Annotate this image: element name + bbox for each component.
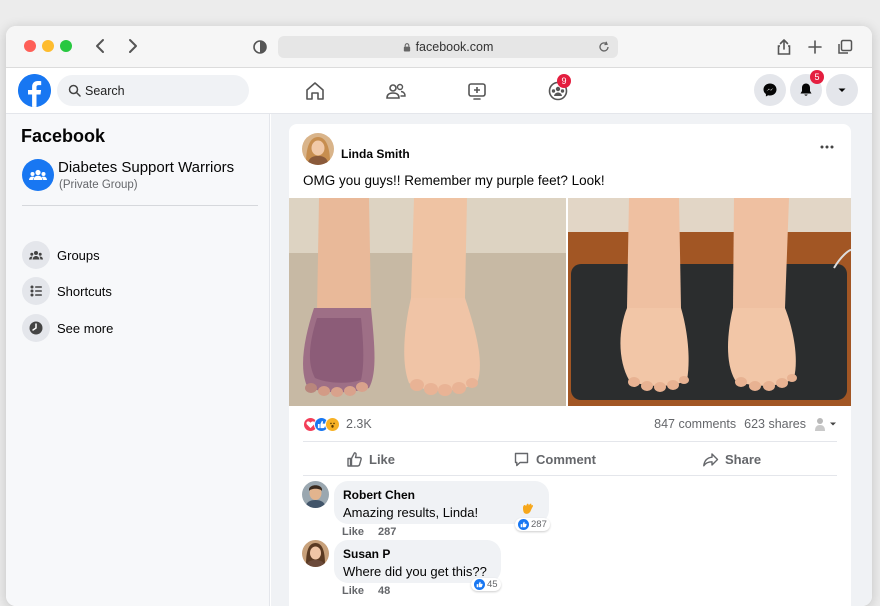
chevron-right-icon[interactable]	[123, 36, 141, 56]
group-link[interactable]: Diabetes Support Warriors (Private Group…	[22, 158, 262, 198]
post-author[interactable]: Linda Smith	[341, 147, 410, 161]
after-photo[interactable]	[568, 198, 851, 406]
sidebar-item-groups[interactable]: Groups	[22, 241, 252, 271]
comment-like-link[interactable]: Like	[342, 526, 364, 538]
maximize-window-button[interactable]	[60, 40, 72, 52]
comment-count[interactable]: 847 comments	[654, 417, 736, 431]
url-text: facebook.com	[415, 40, 494, 54]
home-icon[interactable]	[303, 79, 327, 103]
post-card: Linda Smith OMG you guys!! Remember my p…	[289, 124, 851, 606]
share-label: Share	[725, 451, 762, 467]
sidebar-item-label: Groups	[57, 248, 100, 263]
comment-reaction-count: 45	[487, 579, 498, 590]
caret-down-icon	[830, 422, 836, 426]
friends-icon[interactable]	[384, 79, 408, 103]
comment-likes: 287	[378, 526, 397, 538]
commenter-name[interactable]: Susan P	[343, 547, 390, 561]
caret-down-icon	[838, 88, 846, 92]
comment-icon	[514, 452, 529, 466]
group-people-icon	[22, 159, 54, 191]
see-more-icon	[22, 314, 50, 342]
minimize-window-button[interactable]	[42, 40, 54, 52]
groups-badge: 9	[557, 74, 571, 88]
comment-likes: 48	[378, 585, 391, 597]
notifications-badge: 5	[810, 70, 824, 84]
tab-overview-icon[interactable]	[835, 37, 855, 57]
groups-icon	[22, 241, 50, 269]
feed: Linda Smith OMG you guys!! Remember my p…	[271, 114, 872, 606]
sidebar-item-label: See more	[57, 321, 114, 336]
share-icon[interactable]	[774, 37, 794, 57]
group-privacy: (Private Group)	[59, 179, 138, 191]
comment-button[interactable]: Comment	[513, 449, 596, 469]
author-avatar[interactable]	[302, 133, 334, 165]
search-placeholder: Search	[85, 83, 125, 98]
close-window-button[interactable]	[24, 40, 36, 52]
like-button[interactable]: Like	[346, 449, 395, 469]
divider	[303, 475, 837, 476]
post-stats: 847 comments 623 shares	[654, 416, 837, 432]
share-count[interactable]: 623 shares	[744, 417, 806, 431]
commenter-name[interactable]: Robert Chen	[343, 488, 415, 502]
comment-bubble: Susan P Where did you get this??	[334, 540, 501, 583]
left-sidebar: Facebook Diabetes Support Warriors (Priv…	[6, 114, 270, 606]
comment-label: Comment	[536, 451, 596, 467]
sidebar-item-see-more[interactable]: See more	[22, 314, 252, 344]
search-icon	[68, 84, 81, 97]
like-icon	[347, 451, 362, 467]
commenter-avatar[interactable]	[302, 481, 329, 508]
divider	[303, 441, 837, 442]
post-text: OMG you guys!! Remember my purple feet? …	[303, 173, 605, 188]
comment-bubble: Robert Chen Amazing results, Linda!	[334, 481, 549, 524]
more-options-icon[interactable]	[819, 137, 835, 155]
messenger-button[interactable]	[754, 74, 786, 106]
share-button[interactable]: Share	[702, 449, 761, 469]
shortcuts-icon	[22, 277, 50, 305]
messenger-icon	[763, 83, 777, 97]
sidebar-item-shortcuts[interactable]: Shortcuts	[22, 277, 252, 307]
privacy-shield-icon[interactable]	[250, 37, 270, 57]
bell-icon	[800, 83, 812, 96]
new-tab-icon[interactable]	[805, 37, 825, 57]
reaction-summary[interactable]: 2.3K	[303, 416, 372, 432]
lock-icon	[403, 42, 410, 52]
facebook-logo-icon[interactable]	[18, 74, 51, 107]
commenter-avatar[interactable]	[302, 540, 329, 567]
comment-text: Where did you get this??	[343, 564, 487, 579]
comment-reaction-count: 287	[531, 519, 547, 530]
chevron-left-icon[interactable]	[92, 36, 110, 56]
like-reaction-icon	[518, 519, 529, 530]
comment-meta: Like 287	[342, 526, 410, 538]
audience-selector[interactable]	[814, 416, 837, 432]
comment-like-link[interactable]: Like	[342, 585, 364, 597]
sidebar-title: Facebook	[21, 126, 106, 146]
comment-text: Amazing results, Linda!	[343, 505, 479, 520]
facebook-header: Search 9 5	[6, 68, 872, 114]
before-photo[interactable]	[289, 198, 566, 406]
sidebar-divider	[22, 205, 258, 206]
browser-toolbar: facebook.com	[6, 26, 872, 68]
sidebar-item-label: Shortcuts	[57, 284, 112, 299]
comment-meta: Like 48	[342, 585, 404, 597]
post-photos[interactable]	[289, 198, 851, 406]
wow-reaction-icon	[325, 416, 340, 432]
search-input[interactable]: Search	[57, 75, 249, 106]
reaction-count: 2.3K	[346, 417, 372, 431]
reload-icon[interactable]	[598, 41, 610, 53]
comment-reaction-badge[interactable]: 287	[515, 518, 550, 531]
comment-reaction-badge[interactable]: 45	[471, 578, 501, 591]
browser-window: facebook.com Search 9 5 Facebook Diabete…	[6, 26, 872, 606]
group-name: Diabetes Support Warriors	[58, 159, 235, 176]
clapping-hands-icon	[523, 503, 534, 514]
account-menu-button[interactable]	[826, 74, 858, 106]
address-bar[interactable]: facebook.com	[278, 36, 618, 58]
like-reaction-icon	[474, 579, 485, 590]
like-label: Like	[369, 451, 396, 467]
share-arrow-icon	[703, 452, 719, 466]
watch-icon[interactable]	[465, 79, 489, 103]
viewer-avatar-icon	[815, 418, 825, 431]
